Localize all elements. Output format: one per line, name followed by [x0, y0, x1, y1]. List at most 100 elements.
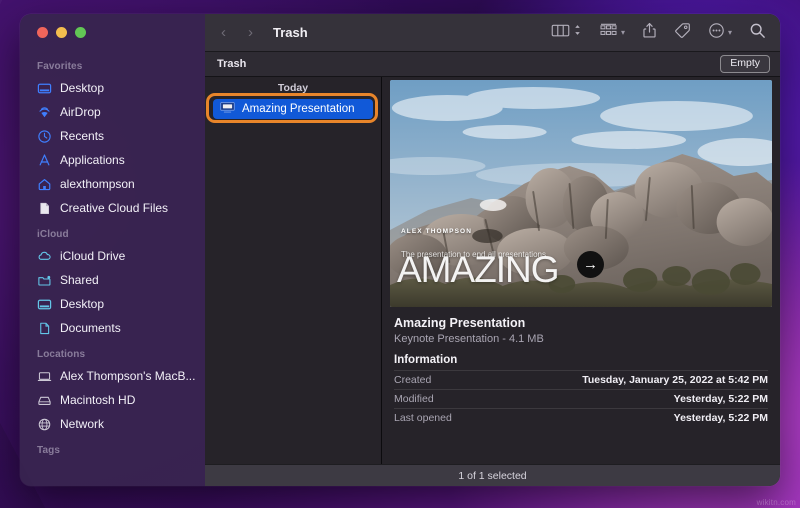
- search-button[interactable]: [749, 22, 766, 44]
- applications-icon: [37, 153, 52, 168]
- group-header-today: Today: [205, 81, 381, 99]
- sidebar-item-label: Desktop: [60, 297, 104, 311]
- tag-icon: [674, 22, 691, 44]
- file-info-section: Amazing Presentation Keynote Presentatio…: [390, 307, 772, 427]
- path-bar: Trash Empty: [205, 52, 780, 77]
- info-row-created: Created Tuesday, January 25, 2022 at 5:4…: [394, 370, 768, 389]
- forward-button[interactable]: ›: [244, 25, 257, 40]
- finder-sidebar: Favorites Desktop AirDrop Recents: [20, 14, 205, 486]
- content-area: Today Amazing Presentation: [205, 77, 780, 464]
- sidebar-item-label: Applications: [60, 153, 125, 167]
- network-icon: [37, 417, 52, 432]
- sidebar-item-creative-cloud-files[interactable]: Creative Cloud Files: [20, 196, 205, 220]
- tags-button[interactable]: [674, 22, 691, 44]
- file-kind-size: Keynote Presentation - 4.1 MB: [394, 333, 768, 345]
- sidebar-section-tags: Tags: [20, 436, 205, 460]
- more-actions-button[interactable]: ▾: [708, 22, 732, 44]
- watermark: wikitn.com: [757, 498, 796, 507]
- sidebar-item-desktop[interactable]: Desktop: [20, 76, 205, 100]
- finder-window: Favorites Desktop AirDrop Recents: [20, 14, 780, 486]
- sidebar-item-label: Recents: [60, 129, 104, 143]
- airdrop-icon: [37, 105, 52, 120]
- slide-kicker: ALEX THOMPSON: [401, 228, 472, 235]
- shared-folder-icon: [37, 273, 52, 288]
- sidebar-item-alexthompson[interactable]: alexthompson: [20, 172, 205, 196]
- list-item[interactable]: Amazing Presentation: [213, 99, 373, 119]
- list-item-label: Amazing Presentation: [242, 103, 355, 115]
- grid-icon: [599, 23, 618, 43]
- clock-icon: [37, 129, 52, 144]
- chevron-updown-icon: [573, 23, 582, 42]
- home-icon: [37, 177, 52, 192]
- sidebar-section-icloud: iCloud: [20, 220, 205, 244]
- empty-trash-button[interactable]: Empty: [720, 55, 770, 74]
- file-preview-image: ALEX THOMPSON The presentation to end al…: [390, 80, 772, 307]
- status-bar: 1 of 1 selected: [205, 464, 780, 486]
- sidebar-item-label: Macintosh HD: [60, 393, 135, 407]
- window-controls: [20, 14, 205, 52]
- info-value: Tuesday, January 25, 2022 at 5:42 PM: [582, 374, 768, 386]
- info-key: Modified: [394, 393, 434, 405]
- document-icon: [37, 321, 52, 336]
- view-columns-button[interactable]: [551, 23, 582, 43]
- desktop-icon: [37, 297, 52, 312]
- info-row-modified: Modified Yesterday, 5:22 PM: [394, 389, 768, 408]
- sidebar-item-label: iCloud Drive: [60, 249, 125, 263]
- info-key: Last opened: [394, 412, 452, 424]
- sidebar-item-alex-thompsons-macbook[interactable]: Alex Thompson's MacB...: [20, 364, 205, 388]
- sidebar-item-label: AirDrop: [60, 105, 101, 119]
- document-icon: [37, 201, 52, 216]
- back-button[interactable]: ‹: [217, 25, 230, 40]
- sidebar-item-recents[interactable]: Recents: [20, 124, 205, 148]
- share-button[interactable]: [642, 22, 657, 44]
- desktop-icon: [37, 81, 52, 96]
- file-list-column: Today Amazing Presentation: [205, 77, 382, 464]
- sidebar-item-shared[interactable]: Shared: [20, 268, 205, 292]
- group-by-button[interactable]: ▾: [599, 23, 625, 43]
- preview-pane: ALEX THOMPSON The presentation to end al…: [382, 77, 780, 464]
- keynote-file-icon: [220, 100, 235, 118]
- finder-main-pane: ‹ › Trash: [205, 14, 780, 486]
- chevron-down-icon: ▾: [621, 29, 625, 37]
- ellipsis-circle-icon: [708, 22, 725, 44]
- sidebar-item-macintosh-hd[interactable]: Macintosh HD: [20, 388, 205, 412]
- info-value: Yesterday, 5:22 PM: [674, 412, 768, 424]
- chevron-down-icon: ▾: [728, 29, 732, 37]
- sidebar-item-airdrop[interactable]: AirDrop: [20, 100, 205, 124]
- breadcrumb: Trash: [217, 58, 246, 70]
- sidebar-item-label: Network: [60, 417, 104, 431]
- laptop-icon: [37, 369, 52, 384]
- sidebar-item-documents[interactable]: Documents: [20, 316, 205, 340]
- columns-icon: [551, 23, 570, 43]
- sidebar-section-favorites: Favorites: [20, 52, 205, 76]
- info-key: Created: [394, 374, 431, 386]
- zoom-button[interactable]: [75, 27, 86, 38]
- share-icon: [642, 22, 657, 44]
- desktop-wallpaper: Favorites Desktop AirDrop Recents: [0, 0, 800, 508]
- file-name: Amazing Presentation: [394, 316, 768, 330]
- harddisk-icon: [37, 393, 52, 408]
- information-heading: Information: [394, 354, 768, 366]
- minimize-button[interactable]: [56, 27, 67, 38]
- sidebar-section-locations: Locations: [20, 340, 205, 364]
- sidebar-item-icloud-drive[interactable]: iCloud Drive: [20, 244, 205, 268]
- page-title: Trash: [273, 25, 308, 40]
- sidebar-item-label: Desktop: [60, 81, 104, 95]
- sidebar-item-applications[interactable]: Applications: [20, 148, 205, 172]
- play-arrow-button[interactable]: →: [577, 251, 604, 278]
- sidebar-item-label: Documents: [60, 321, 121, 335]
- sidebar-item-icloud-desktop[interactable]: Desktop: [20, 292, 205, 316]
- slide-title: AMAZING: [397, 253, 559, 287]
- navigation-arrows: ‹ ›: [217, 25, 257, 40]
- sidebar-item-label: Alex Thompson's MacB...: [60, 369, 195, 383]
- sidebar-item-label: Shared: [60, 273, 99, 287]
- search-icon: [749, 22, 766, 44]
- toolbar-actions: ▾: [551, 22, 766, 44]
- close-button[interactable]: [37, 27, 48, 38]
- sidebar-item-label: Creative Cloud Files: [60, 201, 168, 215]
- info-value: Yesterday, 5:22 PM: [674, 393, 768, 405]
- sidebar-item-network[interactable]: Network: [20, 412, 205, 436]
- finder-toolbar: ‹ › Trash: [205, 14, 780, 52]
- sidebar-item-label: alexthompson: [60, 177, 135, 191]
- info-row-last-opened: Last opened Yesterday, 5:22 PM: [394, 408, 768, 427]
